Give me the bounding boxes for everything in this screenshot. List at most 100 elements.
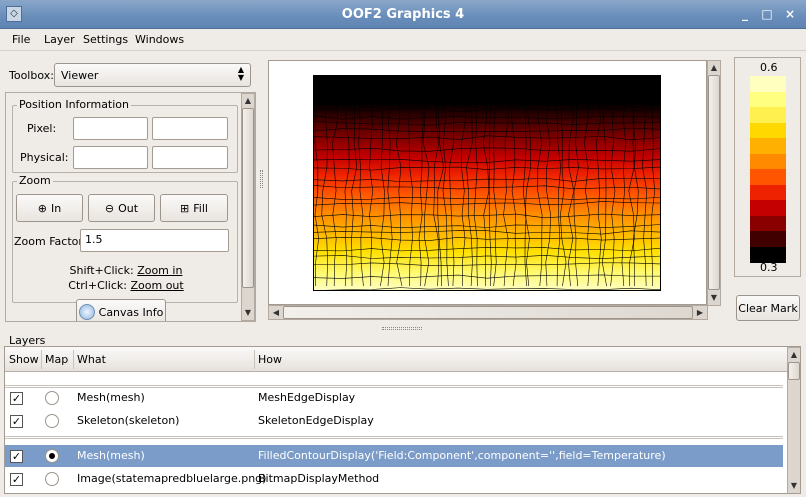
layers-scroll-down-icon[interactable]: ▼ <box>787 479 800 493</box>
toolbox-pane: Position Information Pixel: Physical: Zo… <box>5 92 256 322</box>
canvas-hscroll-thumb[interactable] <box>283 306 693 319</box>
zoom-out-button[interactable]: ⊖ Out <box>88 194 155 222</box>
toolbox-label: Toolbox: <box>9 69 54 82</box>
contour-legend: 0.6 0.3 Clear Mark <box>734 57 801 325</box>
zoom-in-label: In <box>51 201 62 215</box>
canvas-scroll-down-icon[interactable]: ▼ <box>707 291 721 305</box>
zoom-out-label: Out <box>118 201 139 215</box>
show-checkbox[interactable]: ✓ <box>10 392 23 405</box>
map-radio[interactable] <box>45 391 59 405</box>
layers-header: Show Map What How <box>5 347 787 372</box>
layers-scrollbar[interactable]: ▲ ▼ <box>787 347 800 493</box>
layer-how: BitmapDisplayMethod <box>258 472 380 485</box>
legend-swatch <box>750 231 786 247</box>
legend-swatch <box>750 169 786 185</box>
title-bar[interactable]: ◇ OOF2 Graphics 4 _ □ × <box>0 0 806 29</box>
shift-click-prefix: Shift+Click: <box>69 264 138 277</box>
toolbox-value: Viewer <box>61 68 99 82</box>
scroll-down-icon[interactable]: ▼ <box>241 306 255 320</box>
info-bulb-icon <box>78 304 95 320</box>
layer-what: Mesh(mesh) <box>77 391 145 404</box>
zoom-factor-field[interactable]: 1.5 <box>80 229 229 252</box>
layer-row[interactable]: ✓ Image(statemapredbluelarge.png) BitmapDi… <box>5 468 783 490</box>
canvas-hscrollbar[interactable]: ◀ ▶ <box>268 305 708 320</box>
show-checkbox[interactable]: ✓ <box>10 415 23 428</box>
legend-min: 0.3 <box>760 261 778 274</box>
physical-x-field[interactable] <box>73 146 148 169</box>
map-radio[interactable] <box>45 414 59 428</box>
legend-swatch <box>750 122 786 139</box>
menu-file[interactable]: File <box>12 33 30 46</box>
pixel-y-field[interactable] <box>152 117 228 140</box>
zoom-in-button[interactable]: ⊕ In <box>16 194 83 222</box>
layer-how: FilledContourDisplay('Field:Component',c… <box>258 449 666 462</box>
vertical-divider-handle[interactable] <box>382 327 422 330</box>
ctrl-click-prefix: Ctrl+Click: <box>68 279 131 292</box>
toolbox-select[interactable]: Viewer ▲ ▼ <box>54 63 251 87</box>
position-frame: Position Information Pixel: Physical: <box>12 98 238 173</box>
oof2-graphics-window: ◇ OOF2 Graphics 4 _ □ × File Layer Setti… <box>0 0 806 497</box>
layers-list: Show Map What How ✓ Mesh(mesh) MeshEdgeDis… <box>4 346 801 494</box>
close-button[interactable]: × <box>783 7 797 21</box>
menu-settings[interactable]: Settings <box>83 33 128 46</box>
header-what[interactable]: What <box>77 353 106 366</box>
zoom-in-icon: ⊕ <box>37 201 47 215</box>
canvas-vscrollbar[interactable]: ▲ ▼ <box>707 60 721 306</box>
scroll-up-icon[interactable]: ▲ <box>241 94 255 108</box>
legend-swatch <box>750 138 786 154</box>
zoom-factor-label: Zoom Factor: <box>14 235 87 248</box>
contour-plot-image <box>313 75 661 291</box>
minimize-button[interactable]: _ <box>738 7 752 21</box>
zoom-fill-label: Fill <box>193 201 208 215</box>
ctrl-click-hint: Ctrl+Click: Zoom out <box>13 279 239 292</box>
shift-click-link: Zoom in <box>137 264 183 277</box>
layers-scroll-up-icon[interactable]: ▲ <box>787 348 800 362</box>
header-how[interactable]: How <box>258 353 282 366</box>
layer-what: Image(statemapredbluelarge.png) <box>77 472 267 485</box>
show-checkbox[interactable]: ✓ <box>10 473 23 486</box>
spin-arrows-icon: ▲ ▼ <box>237 65 244 82</box>
app-icon: ◇ <box>6 6 22 22</box>
maximize-button[interactable]: □ <box>760 7 774 21</box>
layer-row[interactable]: ✓ Skeleton(skeleton) SkeletonEdgeDisplay <box>5 410 783 432</box>
legend-swatch <box>750 107 786 123</box>
header-map[interactable]: Map <box>45 353 68 366</box>
layer-row[interactable]: ✓ Mesh(mesh) MeshEdgeDisplay <box>5 387 783 409</box>
legend-swatch <box>750 200 786 216</box>
layer-what: Skeleton(skeleton) <box>77 414 180 427</box>
map-radio[interactable] <box>45 449 59 463</box>
layer-how: SkeletonEdgeDisplay <box>258 414 374 427</box>
menu-layer[interactable]: Layer <box>44 33 75 46</box>
menu-bar: File Layer Settings Windows <box>0 29 806 51</box>
separator <box>5 436 783 439</box>
canvas-scroll-left-icon[interactable]: ◀ <box>269 306 283 320</box>
physical-y-field[interactable] <box>152 146 228 169</box>
clear-mark-button[interactable]: Clear Mark <box>736 295 800 321</box>
toolbox-scrollbar[interactable]: ▲ ▼ <box>241 93 255 321</box>
legend-swatch <box>750 76 786 92</box>
toolbox-scroll-thumb[interactable] <box>242 108 254 288</box>
zoom-fill-icon: ⊞ <box>180 201 190 215</box>
legend-max: 0.6 <box>760 61 778 74</box>
pane-divider-handle[interactable] <box>260 170 263 188</box>
canvas-scroll-right-icon[interactable]: ▶ <box>693 306 707 320</box>
layer-row[interactable]: ✓ Mesh(mesh) FilledContourDisplay('Field:C… <box>5 445 783 467</box>
physical-label: Physical: <box>20 151 69 164</box>
map-radio[interactable] <box>45 472 59 486</box>
legend-swatch <box>750 91 786 108</box>
pixel-x-field[interactable] <box>73 117 148 140</box>
zoom-fill-button[interactable]: ⊞ Fill <box>160 194 228 222</box>
show-checkbox[interactable]: ✓ <box>10 450 23 463</box>
canvas-vscroll-thumb[interactable] <box>708 75 720 290</box>
header-show[interactable]: Show <box>9 353 39 366</box>
canvas-info-label: Canvas Info <box>98 305 164 319</box>
legend-swatch <box>750 184 786 201</box>
canvas-info-button[interactable]: Canvas Info <box>76 299 166 321</box>
menu-windows[interactable]: Windows <box>135 33 184 46</box>
mesh-overlay <box>314 95 660 290</box>
legend-swatch <box>750 153 786 170</box>
pixel-label: Pixel: <box>27 122 57 135</box>
layers-scroll-thumb[interactable] <box>788 362 800 380</box>
canvas-scroll-up-icon[interactable]: ▲ <box>707 61 721 75</box>
ctrl-click-link: Zoom out <box>130 279 184 292</box>
